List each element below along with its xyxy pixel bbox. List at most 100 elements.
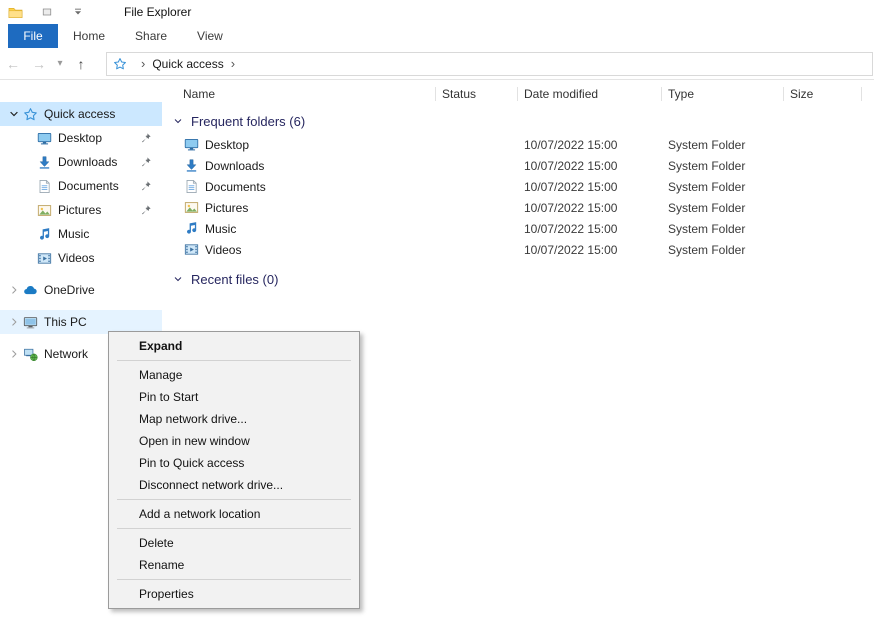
sidebar-item-desktop[interactable]: Desktop xyxy=(0,126,162,150)
file-name: Desktop xyxy=(205,138,249,152)
menu-item-open-in-new-window[interactable]: Open in new window xyxy=(109,430,359,452)
menu-item-add-a-network-location[interactable]: Add a network location xyxy=(109,503,359,525)
menu-item-disconnect-network-drive[interactable]: Disconnect network drive... xyxy=(109,474,359,496)
titlebar: File Explorer xyxy=(0,0,874,24)
sidebar-item-videos[interactable]: Videos xyxy=(0,246,162,270)
date-modified-cell: 10/07/2022 15:00 xyxy=(518,155,662,176)
sidebar-item-label: Quick access xyxy=(44,107,115,121)
group-header-recent-files[interactable]: Recent files (0) xyxy=(162,266,874,292)
type-cell: System Folder xyxy=(662,134,784,155)
quick-access-icon xyxy=(22,106,38,122)
menu-item-pin-to-quick-access[interactable]: Pin to Quick access xyxy=(109,452,359,474)
tab-share[interactable]: Share xyxy=(120,24,182,48)
file-name-cell: Music xyxy=(162,218,436,239)
desktop-icon xyxy=(36,130,52,146)
file-name-cell: Downloads xyxy=(162,155,436,176)
tab-view[interactable]: View xyxy=(182,24,238,48)
file-row-desktop[interactable]: Desktop 10/07/2022 15:00System Folder xyxy=(162,134,874,155)
music-icon xyxy=(183,221,199,237)
quick-access-toolbar-icon[interactable] xyxy=(39,4,55,20)
documents-icon xyxy=(36,178,52,194)
date-modified-cell: 10/07/2022 15:00 xyxy=(518,134,662,155)
menu-separator xyxy=(117,528,351,529)
ribbon-tabs: File Home Share View xyxy=(0,24,874,48)
menu-item-expand[interactable]: Expand xyxy=(109,335,359,357)
sidebar-item-label: Videos xyxy=(58,251,94,265)
sidebar-item-label: Music xyxy=(58,227,89,241)
file-row-music[interactable]: Music10/07/2022 15:00System Folder xyxy=(162,218,874,239)
group-header-frequent-folders[interactable]: Frequent folders (6) xyxy=(162,108,874,134)
chevron-down-icon xyxy=(172,115,184,127)
pictures-icon xyxy=(36,202,52,218)
pin-icon xyxy=(138,154,154,170)
status-cell xyxy=(436,218,518,239)
breadcrumb-separator: › xyxy=(231,56,235,71)
size-cell xyxy=(784,197,862,218)
recent-locations-dropdown-icon[interactable]: ▾ xyxy=(52,58,68,69)
file-row-downloads[interactable]: Downloads 10/07/2022 15:00System Folder xyxy=(162,155,874,176)
sidebar-item-pictures[interactable]: Pictures xyxy=(0,198,162,222)
tab-file[interactable]: File xyxy=(8,24,58,48)
status-cell xyxy=(436,134,518,155)
column-header-type[interactable]: Type xyxy=(662,80,784,108)
status-cell xyxy=(436,197,518,218)
column-header-date-modified[interactable]: Date modified xyxy=(518,80,662,108)
chevron-down-icon[interactable] xyxy=(6,106,22,122)
file-name-cell: Videos xyxy=(162,239,436,260)
sidebar-item-downloads[interactable]: Downloads xyxy=(0,150,162,174)
sidebar-item-music[interactable]: Music xyxy=(0,222,162,246)
column-header-size[interactable]: Size xyxy=(784,80,862,108)
file-row-pictures[interactable]: Pictures10/07/2022 15:00System Folder xyxy=(162,197,874,218)
up-button-icon[interactable]: ↑ xyxy=(68,56,94,72)
chevron-right-icon[interactable] xyxy=(6,282,22,298)
explorer-logo-icon xyxy=(7,4,23,20)
file-row-videos[interactable]: Videos10/07/2022 15:00System Folder xyxy=(162,239,874,260)
chevron-spacer xyxy=(20,130,36,146)
sidebar-item-onedrive[interactable]: OneDrive xyxy=(0,278,162,302)
breadcrumb[interactable]: › Quick access › xyxy=(106,52,873,76)
forward-button-icon[interactable]: → xyxy=(26,56,52,72)
menu-item-pin-to-start[interactable]: Pin to Start xyxy=(109,386,359,408)
file-explorer-window: File Explorer File Home Share View ← → ▾… xyxy=(0,0,874,641)
file-name-cell: Pictures xyxy=(162,197,436,218)
window-title: File Explorer xyxy=(124,5,191,19)
menu-item-map-network-drive[interactable]: Map network drive... xyxy=(109,408,359,430)
downloads-icon xyxy=(36,154,52,170)
tab-home[interactable]: Home xyxy=(58,24,120,48)
back-button-icon[interactable]: ← xyxy=(0,56,26,72)
date-modified-cell: 10/07/2022 15:00 xyxy=(518,218,662,239)
address-bar: ← → ▾ ↑ › Quick access › xyxy=(0,48,874,80)
downloads-icon xyxy=(183,158,199,174)
quick-access-icon xyxy=(112,56,128,72)
breadcrumb-segment[interactable]: Quick access xyxy=(152,57,223,71)
breadcrumb-separator: › xyxy=(141,56,145,71)
chevron-right-icon[interactable] xyxy=(6,346,22,362)
size-cell xyxy=(784,239,862,260)
column-header-status[interactable]: Status xyxy=(436,80,518,108)
sidebar-item-label: Documents xyxy=(58,179,119,193)
pictures-icon xyxy=(183,200,199,216)
chevron-right-icon[interactable] xyxy=(6,314,22,330)
sidebar-item-label: Network xyxy=(44,347,88,361)
sidebar-item-quick-access[interactable]: Quick access xyxy=(0,102,162,126)
menu-item-delete[interactable]: Delete xyxy=(109,532,359,554)
menu-item-rename[interactable]: Rename xyxy=(109,554,359,576)
sidebar-item-documents[interactable]: Documents xyxy=(0,174,162,198)
menu-separator xyxy=(117,499,351,500)
menu-separator xyxy=(117,360,351,361)
size-cell xyxy=(784,176,862,197)
type-cell: System Folder xyxy=(662,155,784,176)
frequent-folders-rows: Desktop10/07/2022 15:00System FolderDown… xyxy=(162,134,874,260)
menu-item-properties[interactable]: Properties xyxy=(109,583,359,605)
file-name-cell: Desktop xyxy=(162,134,436,155)
menu-item-manage[interactable]: Manage xyxy=(109,364,359,386)
chevron-spacer xyxy=(20,202,36,218)
network-icon xyxy=(22,346,38,362)
chevron-down-icon xyxy=(172,273,184,285)
group-label: Frequent folders (6) xyxy=(191,114,305,129)
column-header-name[interactable]: Name xyxy=(162,80,436,108)
customize-toolbar-dropdown-icon[interactable] xyxy=(70,4,86,20)
file-row-documents[interactable]: Documents10/07/2022 15:00System Folder xyxy=(162,176,874,197)
chevron-spacer xyxy=(20,226,36,242)
onedrive-icon xyxy=(22,282,38,298)
